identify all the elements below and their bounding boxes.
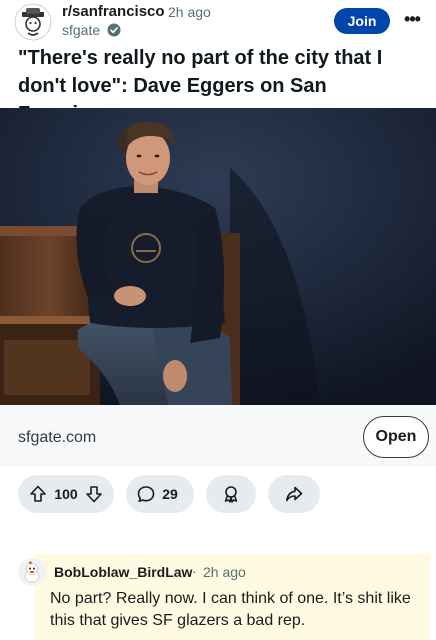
downvote-icon[interactable] bbox=[84, 484, 104, 504]
action-bar: 100 29 bbox=[0, 475, 436, 515]
award-icon bbox=[221, 484, 241, 504]
comment-icon bbox=[136, 484, 156, 504]
comment-time: 2h ago bbox=[203, 564, 246, 580]
verified-icon bbox=[107, 23, 121, 37]
subreddit-name[interactable]: r/sanfrancisco bbox=[62, 3, 165, 20]
upvote-icon[interactable] bbox=[28, 484, 48, 504]
upvote-count: 100 bbox=[54, 486, 78, 502]
link-domain[interactable]: sfgate.com bbox=[18, 429, 96, 447]
vote-control: 100 bbox=[18, 475, 114, 513]
post-time: 2h ago bbox=[168, 4, 211, 20]
join-button[interactable]: Join bbox=[334, 8, 390, 34]
comment-count: 29 bbox=[162, 486, 178, 502]
comment-separator: · bbox=[192, 563, 197, 579]
user-avatar-icon[interactable] bbox=[18, 558, 46, 586]
subreddit-avatar-icon[interactable] bbox=[14, 3, 52, 41]
share-icon bbox=[284, 484, 304, 504]
comment-author[interactable]: BobLoblaw_BirdLaw bbox=[54, 564, 192, 580]
share-button[interactable] bbox=[268, 475, 320, 513]
post-author[interactable]: sfgate bbox=[62, 22, 100, 38]
comment-body: No part? Really now. I can think of one.… bbox=[50, 590, 411, 629]
comments-button[interactable]: 29 bbox=[126, 475, 194, 513]
comment: BobLoblaw_BirdLaw · 2h ago No part? Real… bbox=[0, 550, 436, 640]
award-button[interactable] bbox=[206, 475, 256, 513]
open-link-button[interactable]: Open bbox=[363, 416, 429, 458]
post-header: r/sanfrancisco 2h ago sfgate Join ••• bbox=[0, 0, 436, 44]
more-options-button[interactable]: ••• bbox=[400, 8, 424, 34]
post-image[interactable] bbox=[0, 108, 436, 405]
